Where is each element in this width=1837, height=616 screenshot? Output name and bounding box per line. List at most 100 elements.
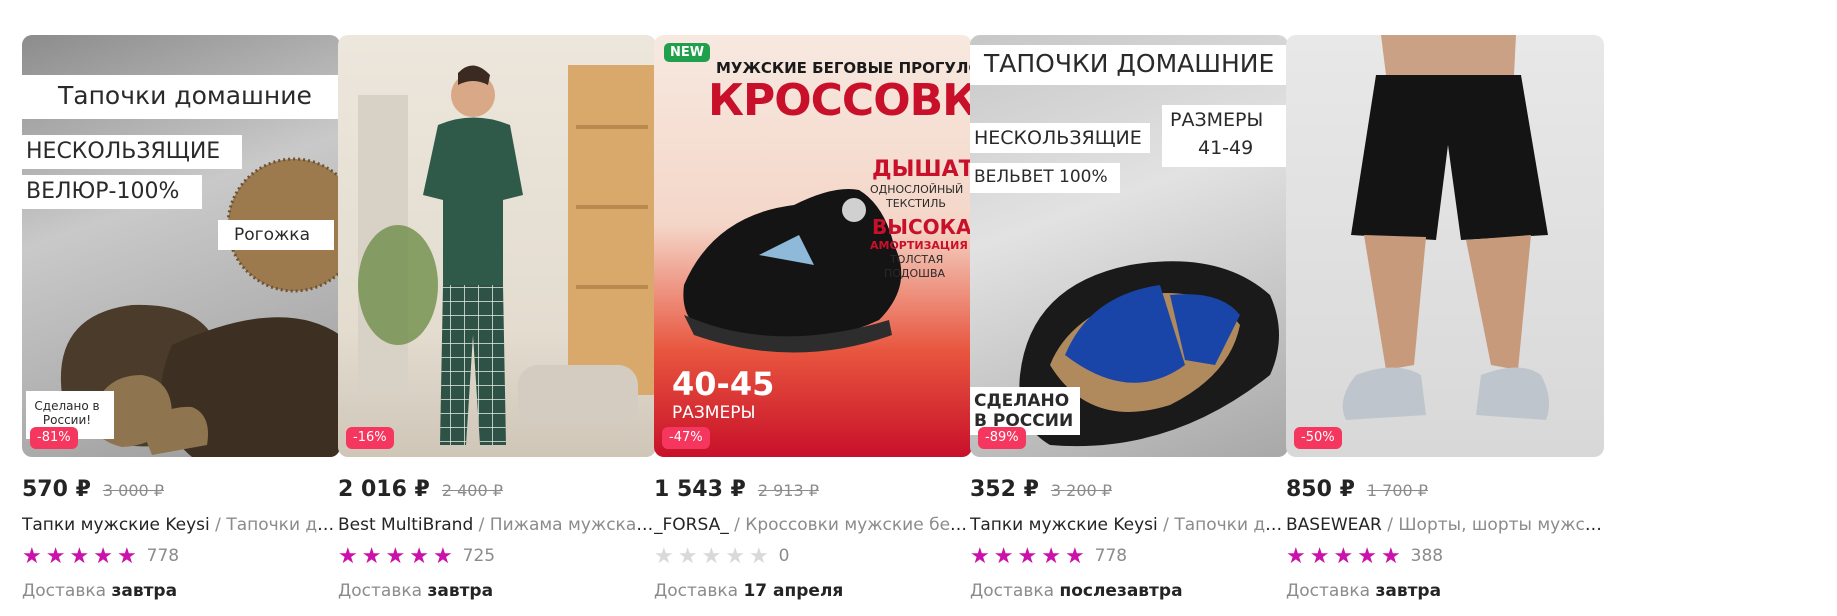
star-icon: ★ — [1064, 543, 1085, 568]
pajama-model-illustration — [358, 65, 656, 445]
shorts-model-illustration — [1342, 35, 1550, 420]
product-title[interactable]: Тапки мужские Keysi / Тапочки домашние н… — [22, 513, 338, 537]
delivery-date: завтра — [111, 581, 178, 601]
product-card[interactable]: Тапочки домашние НЕСКОЛЬЗЯЩИЕ ВЕЛЮР-100%… — [22, 35, 340, 616]
price: 1 543 ₽ — [654, 477, 746, 502]
product-image[interactable]: NEW МУЖСКИЕ БЕГОВЫЕ ПРОГУЛОЧНЫЕ КРОССОВК… — [654, 35, 972, 457]
star-icon: ★ — [22, 543, 42, 568]
brand-name: Тапки мужские Keysi — [970, 515, 1158, 535]
product-title[interactable]: _FORSA_ / Кроссовки мужские беговые — [654, 513, 970, 537]
rating: ★ ★ ★ ★ ★ 778 — [970, 543, 1127, 569]
product-name: Тапочки домашние нескользящие — [226, 515, 338, 535]
product-grid: Тапочки домашние НЕСКОЛЬЗЯЩИЕ ВЕЛЮР-100%… — [22, 35, 1837, 616]
star-icon: ★ — [361, 543, 382, 568]
price: 352 ₽ — [970, 477, 1039, 502]
star-icon: ★ — [338, 543, 358, 568]
product-image[interactable]: -16% — [338, 35, 656, 457]
image-headline: Тапочки домашние — [58, 81, 312, 110]
image-sizes-label: РАЗМЕРЫ — [1170, 109, 1264, 131]
price-row: 1 543 ₽ 2 913 ₽ — [654, 477, 819, 507]
old-price: 1 700 ₽ — [1366, 481, 1428, 500]
star-icon: ★ — [970, 543, 990, 568]
feature2-title: ВЫСОКАЯ — [872, 215, 972, 239]
discount-badge: -81% — [30, 427, 78, 449]
product-image[interactable]: ТАПОЧКИ ДОМАШНИЕ НЕСКОЛЬЗЯЩИЕ ВЕЛЬВЕТ 10… — [970, 35, 1288, 457]
image-line2: ВЕЛЬВЕТ 100% — [974, 167, 1108, 187]
star-icon: ★ — [748, 543, 769, 568]
product-name: Пижама мужская М — [489, 515, 654, 535]
rating-stars: ★ ★ ★ ★ ★ — [970, 545, 1085, 567]
product-title[interactable]: Тапки мужские Keysi / Тапочки домашние н… — [970, 513, 1286, 537]
old-price: 3 200 ₽ — [1050, 481, 1112, 500]
brand-name: Best MultiBrand — [338, 515, 474, 535]
star-icon: ★ — [1286, 543, 1306, 568]
brand-name: Тапки мужские Keysi — [22, 515, 210, 535]
product-card[interactable]: -16% 2 016 ₽ 2 400 ₽ Best MultiBrand / Пи… — [338, 35, 656, 616]
discount-badge: -47% — [662, 427, 710, 449]
price: 570 ₽ — [22, 477, 91, 502]
delivery-date: 17 апреля — [743, 581, 844, 601]
product-image[interactable]: -50% — [1286, 35, 1604, 457]
star-icon: ★ — [432, 543, 453, 568]
feature1-title: ДЫШАТ — [872, 157, 972, 182]
image-line2: ВЕЛЮР-100% — [26, 179, 180, 204]
product-name: Шорты, шорты мужские, — [1398, 515, 1602, 535]
rating: ★ ★ ★ ★ ★ 0 — [654, 543, 790, 569]
image-sizes: 41-49 — [1198, 137, 1254, 159]
image-line1: НЕСКОЛЬЗЯЩИЕ — [26, 139, 221, 164]
star-icon: ★ — [654, 543, 674, 568]
star-icon: ★ — [385, 543, 406, 568]
star-icon: ★ — [1357, 543, 1377, 568]
star-icon: ★ — [725, 543, 745, 568]
review-count: 778 — [1094, 546, 1128, 566]
new-badge: NEW — [664, 43, 711, 62]
rating: ★ ★ ★ ★ ★ 725 — [338, 543, 495, 569]
star-icon: ★ — [409, 543, 429, 568]
price-row: 2 016 ₽ 2 400 ₽ — [338, 477, 503, 507]
price-row: 850 ₽ 1 700 ₽ — [1286, 477, 1428, 507]
old-price: 3 000 ₽ — [102, 481, 164, 500]
image-sizes: 40-45 — [672, 365, 775, 403]
delivery-date: завтра — [427, 581, 494, 601]
delivery-info: Доставка 17 апреля — [654, 581, 844, 601]
star-icon: ★ — [1309, 543, 1330, 568]
product-title[interactable]: BASEWEAR / Шорты, шорты мужские, — [1286, 513, 1602, 537]
star-icon: ★ — [701, 543, 722, 568]
rating-stars: ★ ★ ★ ★ ★ — [338, 545, 453, 567]
product-card[interactable]: -50% 850 ₽ 1 700 ₽ BASEWEAR / Шорты, шорт… — [1286, 35, 1604, 616]
image-headline: ТАПОЧКИ ДОМАШНИЕ — [984, 49, 1275, 78]
product-card[interactable]: NEW МУЖСКИЕ БЕГОВЫЕ ПРОГУЛОЧНЫЕ КРОССОВК… — [654, 35, 972, 616]
product-name: Кроссовки мужские беговые — [745, 515, 970, 535]
star-icon: ★ — [45, 543, 66, 568]
price: 850 ₽ — [1286, 477, 1355, 502]
star-icon: ★ — [69, 543, 90, 568]
price-row: 570 ₽ 3 000 ₽ — [22, 477, 164, 507]
image-title: КРОССОВКИ — [708, 75, 972, 126]
rating-stars: ★ ★ ★ ★ ★ — [654, 545, 769, 567]
image-line1: НЕСКОЛЬЗЯЩИЕ — [974, 127, 1142, 149]
review-count: 725 — [462, 546, 496, 566]
star-icon: ★ — [993, 543, 1014, 568]
old-price: 2 400 ₽ — [441, 481, 503, 500]
delivery-info: Доставка завтра — [22, 581, 178, 601]
discount-badge: -50% — [1294, 427, 1342, 449]
star-icon: ★ — [93, 543, 113, 568]
price-row: 352 ₽ 3 200 ₽ — [970, 477, 1112, 507]
product-title[interactable]: Best MultiBrand / Пижама мужская М — [338, 513, 654, 537]
rating: ★ ★ ★ ★ ★ 778 — [22, 543, 179, 569]
review-count: 778 — [146, 546, 180, 566]
rating: ★ ★ ★ ★ ★ 388 — [1286, 543, 1443, 569]
star-icon: ★ — [1017, 543, 1038, 568]
discount-badge: -89% — [978, 427, 1026, 449]
old-price: 2 913 ₽ — [757, 481, 819, 500]
product-name: Тапочки домашние нескользящие — [1174, 515, 1286, 535]
product-card[interactable]: ТАПОЧКИ ДОМАШНИЕ НЕСКОЛЬЗЯЩИЕ ВЕЛЬВЕТ 10… — [970, 35, 1288, 616]
product-image[interactable]: Тапочки домашние НЕСКОЛЬЗЯЩИЕ ВЕЛЮР-100%… — [22, 35, 340, 457]
brand-name: _FORSA_ — [654, 515, 729, 535]
delivery-info: Доставка завтра — [1286, 581, 1442, 601]
discount-badge: -16% — [346, 427, 394, 449]
star-icon: ★ — [116, 543, 137, 568]
star-icon: ★ — [1380, 543, 1401, 568]
star-icon: ★ — [1041, 543, 1061, 568]
delivery-info: Доставка завтра — [338, 581, 494, 601]
